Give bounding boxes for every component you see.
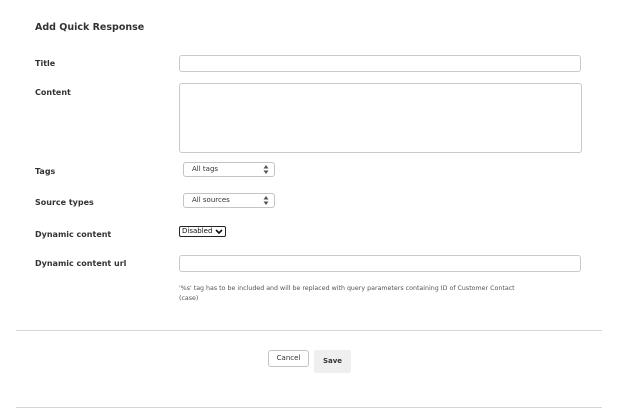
- content-textarea[interactable]: [179, 83, 582, 153]
- dynamic-url-label: Dynamic content url: [35, 259, 127, 268]
- dynamic-content-label: Dynamic content: [35, 230, 112, 239]
- tags-select-value: All tags: [192, 165, 219, 173]
- source-types-select[interactable]: All sources: [183, 193, 275, 208]
- chevron-down-icon: [215, 229, 223, 235]
- content-label: Content: [35, 88, 71, 97]
- divider-bottom: [16, 407, 602, 408]
- tags-select[interactable]: All tags: [183, 162, 275, 177]
- add-quick-response-page: Add Quick Response Title Content Tags Al…: [0, 0, 622, 420]
- cancel-button[interactable]: Cancel: [268, 350, 309, 367]
- divider-top: [16, 330, 602, 331]
- tags-label: Tags: [35, 167, 56, 176]
- hint-line-2: (case): [179, 294, 199, 302]
- source-types-select-value: All sources: [192, 196, 230, 204]
- save-button[interactable]: Save: [314, 350, 351, 373]
- updown-icon: [263, 196, 269, 205]
- hint-line-1: '%s' tag has to be included and will be …: [179, 285, 515, 292]
- title-label: Title: [35, 59, 56, 68]
- updown-icon: [263, 165, 269, 174]
- form-title: Add Quick Response: [35, 22, 145, 33]
- dynamic-url-hint: '%s' tag has to be included and will be …: [179, 284, 579, 303]
- dynamic-content-select[interactable]: Disabled: [179, 226, 226, 237]
- source-types-label: Source types: [35, 198, 94, 207]
- title-input[interactable]: [179, 55, 581, 72]
- dynamic-content-select-value: Disabled: [182, 227, 213, 235]
- dynamic-url-input[interactable]: [179, 255, 581, 272]
